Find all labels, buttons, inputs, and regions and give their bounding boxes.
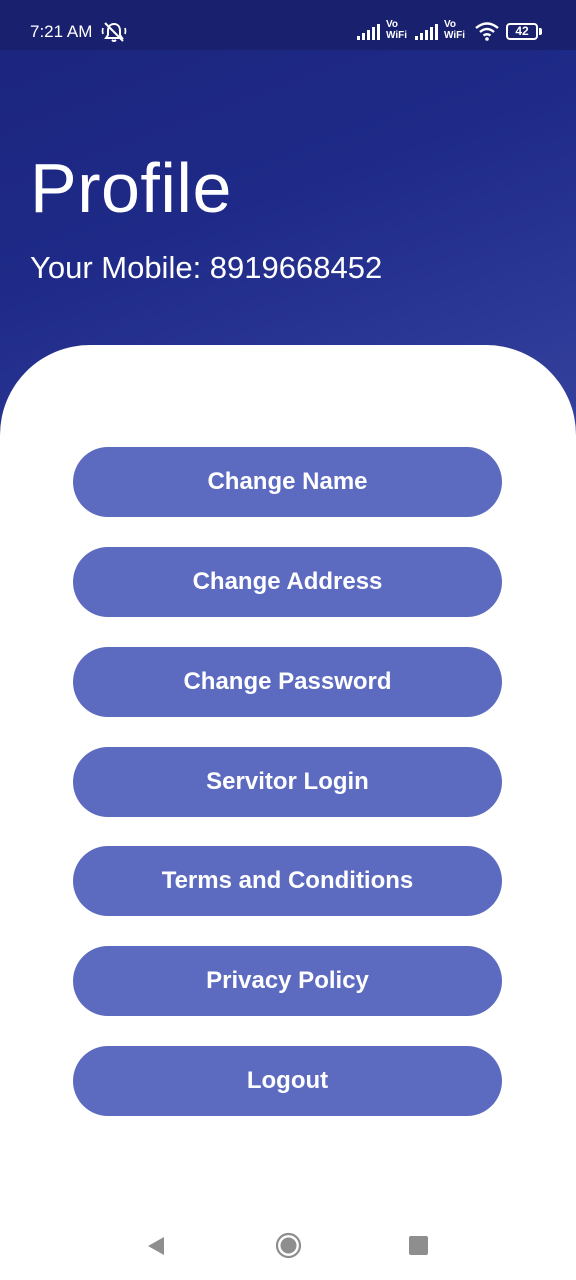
status-time: 7:21 AM xyxy=(30,22,93,41)
battery-level: 42 xyxy=(515,24,529,38)
dnd-off-icon xyxy=(101,22,127,42)
home-icon[interactable] xyxy=(275,1232,302,1259)
privacy-policy-button[interactable]: Privacy Policy xyxy=(73,946,502,1016)
recents-icon[interactable] xyxy=(409,1236,428,1255)
vowifi-icon: Vo WiFi xyxy=(444,19,470,43)
vowifi-bottom: WiFi xyxy=(444,30,466,41)
signal-icon xyxy=(357,24,380,40)
change-address-button[interactable]: Change Address xyxy=(73,547,502,617)
mobile-number-text: Your Mobile: 8919668452 xyxy=(30,250,383,285)
change-name-button[interactable]: Change Name xyxy=(73,447,502,517)
servitor-login-button[interactable]: Servitor Login xyxy=(73,747,502,817)
logout-button[interactable]: Logout xyxy=(73,1046,502,1116)
signal-icon xyxy=(415,24,438,40)
battery-icon: 42 xyxy=(506,23,538,40)
wifi-icon xyxy=(475,22,499,41)
vowifi-top: Vo xyxy=(444,19,457,30)
vowifi-icon: Vo WiFi xyxy=(386,19,412,43)
page-title: Profile xyxy=(30,149,232,227)
status-bar: 7:21 AM Vo WiFi Vo WiFi 42 xyxy=(0,0,576,50)
vowifi-bottom: WiFi xyxy=(386,30,408,41)
vowifi-top: Vo xyxy=(386,19,399,30)
back-icon[interactable] xyxy=(146,1236,166,1256)
terms-and-conditions-button[interactable]: Terms and Conditions xyxy=(73,846,502,916)
battery-tip xyxy=(539,28,542,35)
change-password-button[interactable]: Change Password xyxy=(73,647,502,717)
